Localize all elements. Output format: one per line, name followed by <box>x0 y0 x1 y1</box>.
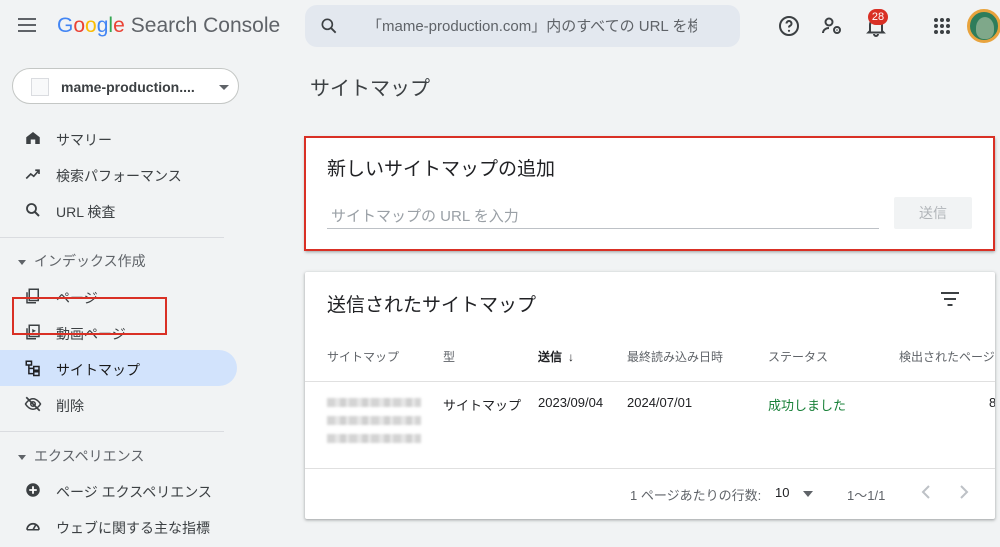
chevron-down-icon[interactable] <box>802 490 814 498</box>
column-header-discovered-pages[interactable]: 検出されたページ <box>899 348 995 365</box>
column-header-submitted[interactable]: 送信 ↓ <box>538 348 574 365</box>
property-name: mame-production.... <box>61 79 195 95</box>
chevron-down-icon <box>18 259 26 265</box>
menu-icon[interactable] <box>18 14 44 40</box>
avatar[interactable] <box>967 9 1000 43</box>
column-header-status[interactable]: ステータス <box>768 348 828 365</box>
arrow-down-icon: ↓ <box>568 350 575 364</box>
chevron-down-icon <box>18 454 26 460</box>
search-console-logo[interactable]: Google Search Console <box>57 14 280 38</box>
chevron-down-icon <box>219 85 229 90</box>
cell-status: 成功しました <box>768 398 847 413</box>
property-favicon <box>31 78 49 96</box>
page-title: サイトマップ <box>310 78 430 100</box>
rows-per-page-select[interactable]: 10 <box>775 485 789 500</box>
sidebar-item-sitemaps[interactable]: サイトマップ <box>0 350 237 386</box>
logo-letter: o <box>85 14 97 37</box>
search-input[interactable] <box>367 14 697 38</box>
sidebar-item-label: 検索パフォーマンス <box>56 168 182 184</box>
sidebar-item-removals[interactable]: 削除 <box>0 386 237 422</box>
sitemap-icon <box>25 360 40 377</box>
help-icon[interactable] <box>777 14 801 38</box>
cell-discovered-pages: 8 <box>989 395 995 410</box>
sidebar-item-label: ページ エクスペリエンス <box>56 484 212 500</box>
sitemap-url-redacted <box>327 394 421 452</box>
user-settings-icon[interactable] <box>820 14 844 38</box>
sidebar-item-summary[interactable]: サマリー <box>0 120 237 156</box>
highlight-box-sitemaps <box>12 297 167 335</box>
highlight-box-add-sitemap <box>304 136 995 251</box>
chevron-left-icon[interactable] <box>919 483 933 501</box>
search-icon <box>26 203 40 217</box>
column-header-last-read[interactable]: 最終読み込み日時 <box>627 348 723 365</box>
sidebar-item-core-web-vitals[interactable]: ウェブに関する主な指標 <box>0 508 237 544</box>
sidebar-item-label: ウェブに関する主な指標 <box>56 520 210 536</box>
home-icon <box>26 132 40 144</box>
submitted-sitemaps-card: 送信されたサイトマップ サイトマップ 型 送信 ↓ 最終読み込み日時 ステータス … <box>305 272 995 519</box>
url-inspection-search[interactable] <box>305 5 740 47</box>
product-name: Search Console <box>130 14 281 37</box>
chevron-right-icon[interactable] <box>957 483 971 501</box>
sidebar-item-url-inspection[interactable]: URL 検査 <box>0 192 237 228</box>
cell-submitted: 2023/09/04 <box>538 395 604 410</box>
divider <box>305 468 995 469</box>
section-indexing[interactable]: インデックス作成 <box>18 251 146 271</box>
top-bar: GoogleSearch Console 28 <box>0 0 1000 54</box>
trending-up-icon <box>25 169 40 180</box>
cell-type: サイトマップ <box>443 398 522 413</box>
sidebar-item-page-experience[interactable]: ページ エクスペリエンス <box>0 472 237 508</box>
property-selector[interactable]: mame-production.... <box>12 68 239 104</box>
section-label: インデックス作成 <box>34 253 146 269</box>
apps-grid-icon[interactable] <box>930 14 954 38</box>
logo-letter: e <box>113 14 125 37</box>
sidebar-item-label: 削除 <box>56 398 84 414</box>
column-header-type[interactable]: 型 <box>443 348 455 365</box>
visibility-off-icon <box>24 396 42 412</box>
speed-gauge-icon <box>26 522 40 531</box>
notification-badge: 28 <box>868 9 888 25</box>
submitted-sitemaps-title: 送信されたサイトマップ <box>327 295 537 316</box>
sidebar-item-label: サマリー <box>56 132 112 148</box>
add-circle-icon <box>26 483 40 497</box>
divider <box>305 381 995 382</box>
divider <box>0 237 224 238</box>
column-header-sitemap[interactable]: サイトマップ <box>327 348 399 365</box>
logo-letter: G <box>57 14 74 37</box>
pagination-range: 1〜1/1 <box>847 488 886 503</box>
filter-icon[interactable] <box>941 292 959 306</box>
cell-last-read: 2024/07/01 <box>627 395 693 410</box>
sidebar-item-label: サイトマップ <box>56 362 140 378</box>
sidebar-item-performance[interactable]: 検索パフォーマンス <box>0 156 237 192</box>
section-experience[interactable]: エクスペリエンス <box>18 446 144 466</box>
divider <box>0 431 224 432</box>
logo-letter: g <box>96 14 109 37</box>
section-label: エクスペリエンス <box>34 448 145 464</box>
sidebar-item-label: URL 検査 <box>56 204 116 220</box>
search-icon <box>321 18 337 34</box>
logo-letter: o <box>73 14 86 37</box>
column-header-label: 送信 <box>538 350 563 364</box>
rows-per-page-label: 1 ページあたりの行数: <box>630 488 762 503</box>
